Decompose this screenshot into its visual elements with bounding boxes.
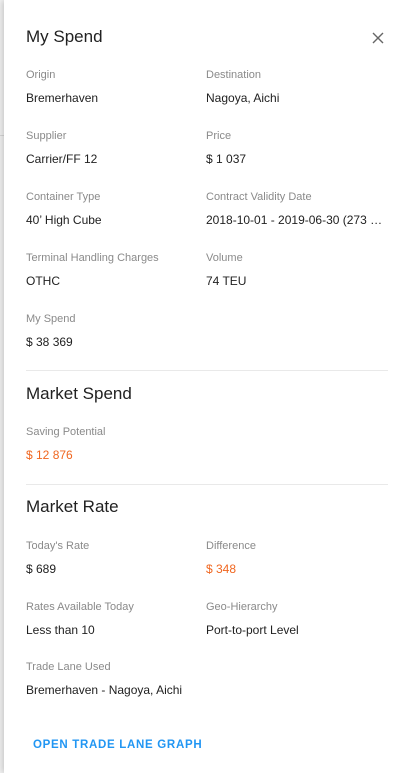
origin-label: Origin — [26, 69, 56, 81]
difference-field: Difference $ 348 — [206, 539, 384, 577]
price-field: Price $ 1 037 — [206, 129, 384, 167]
supplier-value: Carrier/FF 12 — [26, 152, 98, 166]
rates-available-value: Less than 10 — [26, 623, 95, 637]
my-spend-total-field: My Spend $ 38 369 — [26, 312, 204, 350]
thc-field: Terminal Handling Charges OTHC — [26, 251, 204, 289]
thc-label: Terminal Handling Charges — [26, 252, 159, 264]
volume-field: Volume 74 TEU — [206, 251, 384, 289]
geo-hierarchy-label: Geo-Hierarchy — [206, 601, 278, 613]
my-spend-total-label: My Spend — [26, 313, 76, 325]
trade-lane-used-value: Bremerhaven - Nagoya, Aichi — [26, 683, 183, 697]
saving-potential-field: Saving Potential $ 12 876 — [26, 425, 204, 463]
volume-value: 74 TEU — [206, 274, 247, 288]
thc-value: OTHC — [26, 274, 60, 288]
my-spend-detail-panel: My Spend Origin Bremerhaven Destination … — [4, 0, 409, 773]
contract-validity-label: Contract Validity Date — [206, 191, 312, 203]
section-divider — [26, 370, 388, 371]
trade-lane-used-field: Trade Lane Used Bremerhaven - Nagoya, Ai… — [26, 660, 326, 698]
saving-potential-label: Saving Potential — [26, 426, 106, 438]
trade-lane-used-label: Trade Lane Used — [26, 661, 111, 673]
container-type-field: Container Type 40’ High Cube — [26, 190, 204, 228]
origin-field: Origin Bremerhaven — [26, 68, 204, 106]
price-value: $ 1 037 — [206, 152, 247, 166]
saving-potential-value: $ 12 876 — [26, 448, 73, 462]
close-icon — [372, 32, 384, 44]
todays-rate-label: Today's Rate — [26, 540, 90, 552]
market-rate-title: Market Rate — [26, 497, 119, 516]
origin-value: Bremerhaven — [26, 91, 99, 105]
destination-label: Destination — [206, 69, 262, 81]
difference-value: $ 348 — [206, 562, 237, 576]
my-spend-total-value: $ 38 369 — [26, 335, 73, 349]
destination-field: Destination Nagoya, Aichi — [206, 68, 384, 106]
rates-available-field: Rates Available Today Less than 10 — [26, 600, 204, 638]
contract-validity-value: 2018-10-01 - 2019-06-30 (273 days) — [206, 213, 384, 227]
geo-hierarchy-field: Geo-Hierarchy Port-to-port Level — [206, 600, 384, 638]
volume-label: Volume — [206, 252, 243, 264]
geo-hierarchy-value: Port-to-port Level — [206, 623, 299, 637]
difference-label: Difference — [206, 540, 256, 552]
container-type-value: 40’ High Cube — [26, 213, 102, 227]
panel-title: My Spend — [26, 27, 103, 46]
contract-validity-field: Contract Validity Date 2018-10-01 - 2019… — [206, 190, 384, 228]
market-spend-title: Market Spend — [26, 384, 132, 403]
price-label: Price — [206, 130, 232, 142]
todays-rate-value: $ 689 — [26, 562, 57, 576]
rates-available-label: Rates Available Today — [26, 601, 134, 613]
todays-rate-field: Today's Rate $ 689 — [26, 539, 204, 577]
supplier-field: Supplier Carrier/FF 12 — [26, 129, 204, 167]
container-type-label: Container Type — [26, 191, 101, 203]
supplier-label: Supplier — [26, 130, 67, 142]
open-trade-lane-graph-button[interactable]: Open Trade Lane Graph — [33, 739, 202, 751]
close-button[interactable] — [368, 28, 388, 48]
destination-value: Nagoya, Aichi — [206, 91, 280, 105]
section-divider — [26, 484, 388, 485]
